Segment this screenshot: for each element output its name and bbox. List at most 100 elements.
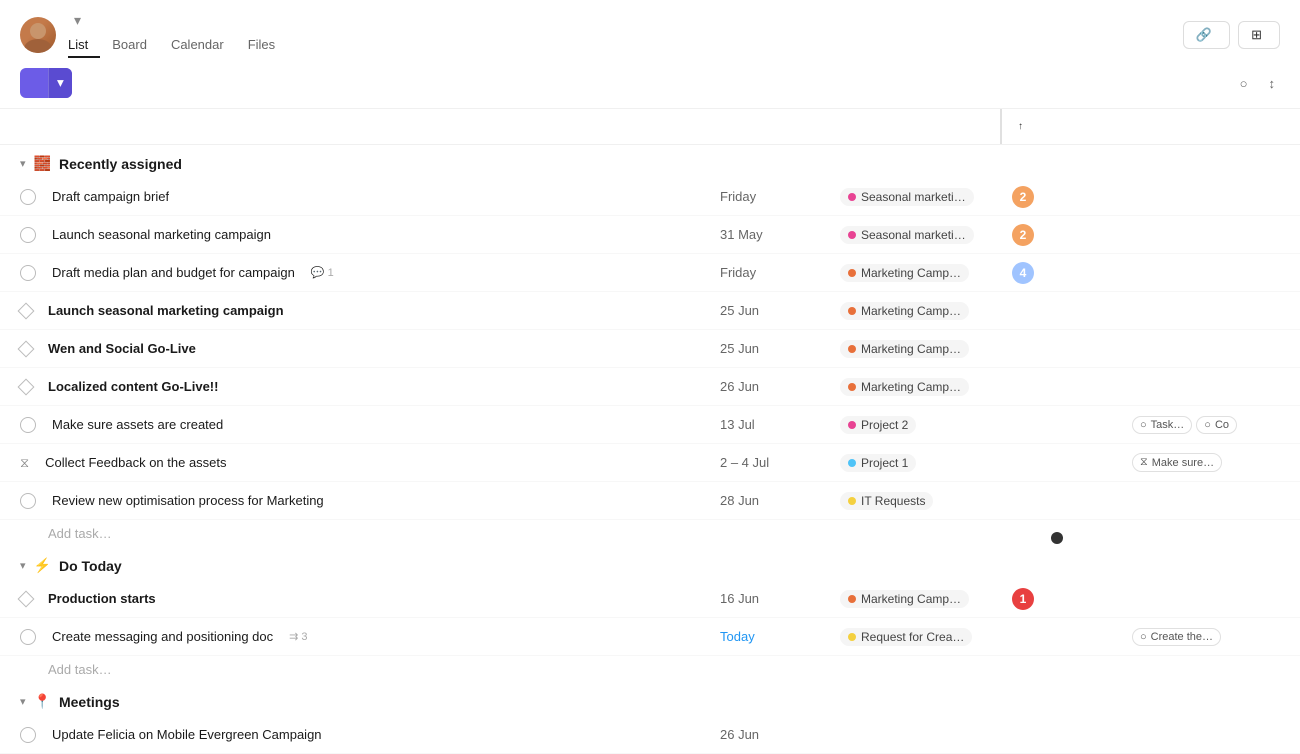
header-actions: 🔗 ⊞ xyxy=(1183,21,1280,49)
task-check-area: Launch seasonal marketing campaign xyxy=(20,303,720,318)
task-check-circle[interactable] xyxy=(20,727,36,743)
task-row[interactable]: Update Felicia on Mobile Evergreen Campa… xyxy=(0,716,1300,754)
section-header-recently-assigned[interactable]: ▾ 🧱 Recently assigned xyxy=(0,145,1300,178)
user-avatar[interactable] xyxy=(20,17,56,53)
task-due: Friday xyxy=(720,265,840,280)
project-name: Request for Crea… xyxy=(861,630,964,644)
task-check-circle[interactable] xyxy=(20,417,36,433)
app-header: ▾ List Board Calendar Files 🔗 ⊞ xyxy=(0,0,1300,58)
task-row[interactable]: Make sure assets are created 13 Jul Proj… xyxy=(0,406,1300,444)
project-dot xyxy=(848,633,856,641)
project-name: Seasonal marketi… xyxy=(861,190,966,204)
incomplete-tasks-filter[interactable]: ○ xyxy=(1240,76,1253,91)
dep-icon: ○ xyxy=(1140,631,1147,643)
task-name: Launch seasonal marketing campaign xyxy=(48,303,284,318)
project-dot xyxy=(848,193,856,201)
section-header-do-today[interactable]: ▾ ⚡ Do Today xyxy=(0,547,1300,580)
task-check-area: Review new optimisation process for Mark… xyxy=(20,493,720,509)
task-check-area: Create messaging and positioning doc ⇉ 3 xyxy=(20,629,720,645)
task-check-circle[interactable] xyxy=(20,189,36,205)
task-check-hourglass[interactable]: ⧖ xyxy=(20,455,29,471)
task-projects: IT Requests xyxy=(840,492,1000,510)
task-due: 2 – 4 Jul xyxy=(720,455,840,470)
customize-button[interactable]: ⊞ xyxy=(1238,21,1280,49)
task-row[interactable]: Draft media plan and budget for campaign… xyxy=(0,254,1300,292)
section-icon-do-today: ⚡ xyxy=(34,557,51,574)
tab-board[interactable]: Board xyxy=(100,33,159,58)
task-row[interactable]: Production starts 16 Jun Marketing Camp…… xyxy=(0,580,1300,618)
priority-badge: 4 xyxy=(1012,262,1034,284)
add-task-row-do-today[interactable]: Add task… xyxy=(0,656,1300,683)
task-row[interactable]: ⧖ Collect Feedback on the assets 2 – 4 J… xyxy=(0,444,1300,482)
task-projects: Seasonal marketi… xyxy=(840,188,1000,206)
task-priority: 4 xyxy=(1000,262,1120,284)
tab-calendar[interactable]: Calendar xyxy=(159,33,236,58)
task-check-area: ⧖ Collect Feedback on the assets xyxy=(20,455,720,471)
task-check-area: Wen and Social Go-Live xyxy=(20,341,720,356)
task-row[interactable]: Launch seasonal marketing campaign 25 Ju… xyxy=(0,292,1300,330)
project-dot xyxy=(848,459,856,467)
task-row[interactable]: Review new optimisation process for Mark… xyxy=(0,482,1300,520)
filter-icon: ○ xyxy=(1240,76,1248,91)
add-task-main[interactable] xyxy=(20,76,48,90)
subtask-badge: ⇉ 3 xyxy=(289,630,307,643)
section-toggle-meetings[interactable]: ▾ xyxy=(20,695,26,708)
task-check-circle[interactable] xyxy=(20,227,36,243)
task-due: 13 Jul xyxy=(720,417,840,432)
section-header-meetings[interactable]: ▾ 📍 Meetings xyxy=(0,683,1300,716)
col-header-priority[interactable]: ↑ xyxy=(1000,109,1120,144)
task-check-circle[interactable] xyxy=(20,493,36,509)
add-task-row-recently-assigned[interactable]: Add task… xyxy=(0,520,1300,547)
project-pill: Marketing Camp… xyxy=(840,340,969,358)
section-toggle-recently-assigned[interactable]: ▾ xyxy=(20,157,26,170)
sections-container: ▾ 🧱 Recently assigned Draft campaign bri… xyxy=(0,145,1300,754)
sort-button[interactable]: ↕ xyxy=(1269,76,1281,91)
priority-badge: 2 xyxy=(1012,224,1034,246)
section-toggle-do-today[interactable]: ▾ xyxy=(20,559,26,572)
task-check-diamond[interactable] xyxy=(20,305,32,317)
task-check-diamond[interactable] xyxy=(20,593,32,605)
project-name: Marketing Camp… xyxy=(861,342,961,356)
section-do-today: ▾ ⚡ Do Today Production starts 16 Jun Ma… xyxy=(0,547,1300,683)
task-name: Draft media plan and budget for campaign xyxy=(52,265,295,280)
task-check-circle[interactable] xyxy=(20,629,36,645)
share-button[interactable]: 🔗 xyxy=(1183,21,1230,49)
add-task-dropdown[interactable]: ▾ xyxy=(48,68,72,98)
task-row[interactable]: Launch seasonal marketing campaign 31 Ma… xyxy=(0,216,1300,254)
toolbar-left: ▾ xyxy=(20,68,72,98)
dep-icon: ⧖ xyxy=(1140,456,1148,469)
section-title-meetings: Meetings xyxy=(59,694,120,710)
task-check-circle[interactable] xyxy=(20,265,36,281)
task-check-area: Production starts xyxy=(20,591,720,606)
section-title-do-today: Do Today xyxy=(59,558,122,574)
task-row[interactable]: Draft campaign brief Friday Seasonal mar… xyxy=(0,178,1300,216)
priority-badge: 2 xyxy=(1012,186,1034,208)
section-recently-assigned: ▾ 🧱 Recently assigned Draft campaign bri… xyxy=(0,145,1300,547)
page-title-row: ▾ xyxy=(68,12,1171,29)
task-row[interactable]: Wen and Social Go-Live 25 Jun Marketing … xyxy=(0,330,1300,368)
task-due: 16 Jun xyxy=(720,591,840,606)
dep-pill: ○ Co xyxy=(1196,416,1237,434)
project-dot xyxy=(848,421,856,429)
project-dot xyxy=(848,307,856,315)
title-chevron-icon[interactable]: ▾ xyxy=(74,12,81,29)
project-pill: Request for Crea… xyxy=(840,628,972,646)
task-check-area: Launch seasonal marketing campaign xyxy=(20,227,720,243)
task-check-area: Draft media plan and budget for campaign… xyxy=(20,265,720,281)
tab-files[interactable]: Files xyxy=(236,33,287,58)
task-check-diamond[interactable] xyxy=(20,381,32,393)
tab-list[interactable]: List xyxy=(68,33,100,58)
task-name: Wen and Social Go-Live xyxy=(48,341,196,356)
project-name: Project 2 xyxy=(861,418,908,432)
task-check-diamond[interactable] xyxy=(20,343,32,355)
add-task-button[interactable]: ▾ xyxy=(20,68,72,98)
task-row[interactable]: Create messaging and positioning doc ⇉ 3… xyxy=(0,618,1300,656)
table-header: ↑ xyxy=(0,109,1300,145)
task-projects: Marketing Camp… xyxy=(840,340,1000,358)
task-projects: Marketing Camp… xyxy=(840,302,1000,320)
dep-pill: ⧖ Make sure… xyxy=(1132,453,1222,472)
task-row[interactable]: Localized content Go-Live!! 26 Jun Marke… xyxy=(0,368,1300,406)
project-pill: Marketing Camp… xyxy=(840,590,969,608)
priority-badge: 1 xyxy=(1012,588,1034,610)
dep-pill: ○ Create the… xyxy=(1132,628,1221,646)
